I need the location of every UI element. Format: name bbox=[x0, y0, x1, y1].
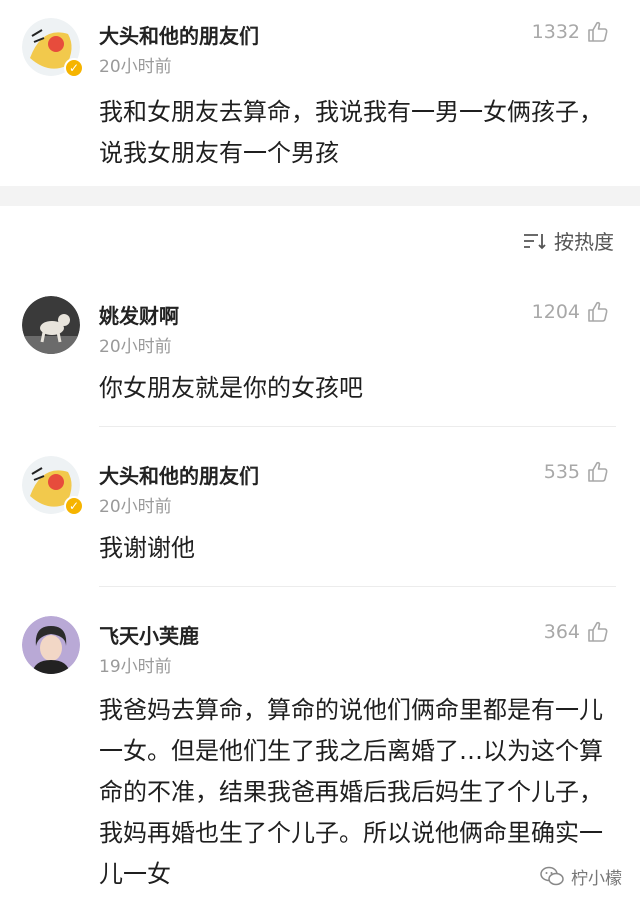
sort-bar: 按热度 bbox=[0, 206, 640, 270]
comment-author[interactable]: 姚发财啊 bbox=[99, 300, 179, 329]
watermark: 柠小檬 bbox=[539, 863, 622, 889]
comment-like-button[interactable]: 535 bbox=[544, 460, 610, 484]
post-like-button[interactable]: 1332 bbox=[532, 20, 610, 44]
avatar[interactable] bbox=[22, 616, 80, 674]
thumbs-up-icon bbox=[588, 621, 608, 642]
comment-like-button[interactable]: 1204 bbox=[532, 300, 610, 324]
comment-author[interactable]: 飞天小芙鹿 bbox=[99, 620, 199, 649]
comment-item: 飞天小芙鹿 19小时前 364 我爸妈去算命，算命的说他们俩命里都是有一儿一女。… bbox=[0, 610, 640, 903]
comment-divider bbox=[99, 426, 616, 427]
comment-like-button[interactable]: 364 bbox=[544, 620, 610, 644]
comment-divider bbox=[99, 586, 616, 587]
person-avatar-image bbox=[22, 616, 80, 674]
comment-content: 你女朋友就是你的女孩吧 bbox=[99, 374, 363, 402]
verified-badge-icon: ✓ bbox=[64, 58, 84, 78]
comment-like-count: 535 bbox=[543, 461, 580, 483]
comment-like-count: 1204 bbox=[531, 301, 580, 323]
post-like-count: 1332 bbox=[531, 21, 580, 43]
sort-button[interactable]: 按热度 bbox=[522, 226, 614, 255]
post-author[interactable]: 大头和他的朋友们 bbox=[99, 20, 259, 49]
comment-time: 19小时前 bbox=[99, 657, 172, 677]
section-divider bbox=[0, 186, 640, 206]
comment-author[interactable]: 大头和他的朋友们 bbox=[99, 460, 259, 489]
comment-item: 姚发财啊 20小时前 1204 你女朋友就是你的女孩吧 bbox=[0, 290, 640, 430]
avatar[interactable] bbox=[22, 296, 80, 354]
comment-time: 20小时前 bbox=[99, 337, 172, 357]
thumbs-up-icon bbox=[588, 461, 608, 482]
original-post: ✓ 大头和他的朋友们 20小时前 1332 我和女朋友去算命，我说我有一男一女俩… bbox=[0, 0, 640, 186]
comment-content: 我谢谢他 bbox=[99, 534, 195, 562]
post-time: 20小时前 bbox=[99, 57, 172, 77]
comment-like-count: 364 bbox=[543, 621, 580, 643]
post-content: 我和女朋友去算命，我说我有一男一女俩孩子，说我女朋友有一个男孩 bbox=[99, 98, 603, 167]
dog-avatar-image bbox=[22, 296, 80, 354]
thumbs-up-icon bbox=[588, 21, 608, 42]
thumbs-up-icon bbox=[588, 301, 608, 322]
sort-icon bbox=[524, 233, 546, 249]
watermark-text: 柠小檬 bbox=[571, 868, 622, 889]
comment-item: ✓ 大头和他的朋友们 20小时前 535 我谢谢他 bbox=[0, 450, 640, 590]
wechat-icon bbox=[540, 866, 564, 886]
verified-badge-icon: ✓ bbox=[64, 496, 84, 516]
comment-time: 20小时前 bbox=[99, 497, 172, 517]
sort-label: 按热度 bbox=[554, 230, 614, 254]
